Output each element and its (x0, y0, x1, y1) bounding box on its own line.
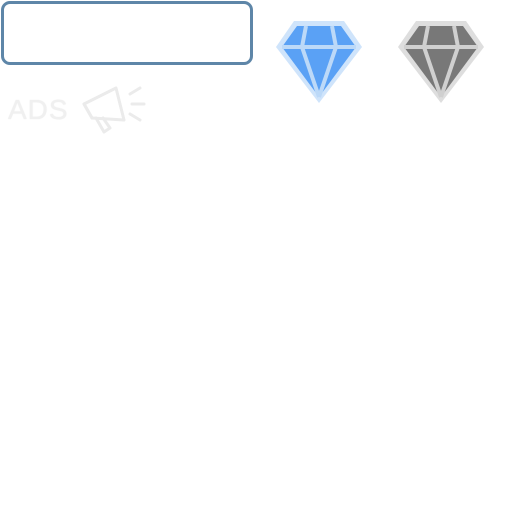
ads-label: ADS (8, 94, 69, 125)
diamond-button-blue[interactable] (276, 19, 362, 105)
ads-watermark: ADS (4, 80, 154, 135)
diamond-icon (276, 21, 362, 103)
text-input-box[interactable] (1, 1, 253, 65)
screen: ADS (0, 0, 512, 512)
diamond-icon (398, 21, 484, 103)
diamond-button-gray[interactable] (398, 19, 484, 105)
